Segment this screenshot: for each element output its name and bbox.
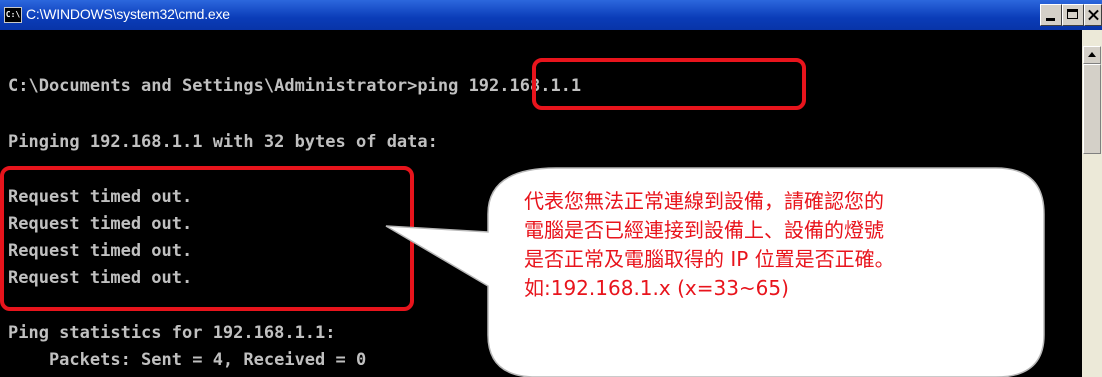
callout-line: 電腦是否已經連接到設備上、設備的燈號	[524, 218, 884, 242]
callout-line: 是否正常及電腦取得的 IP 位置是否正確。	[524, 247, 895, 271]
callout-message: 代表您無法正常連線到設備，請確認您的 電腦是否已經連接到設備上、設備的燈號 是否…	[524, 187, 994, 303]
callout-line: 如:192.168.1.x (x=33~65)	[524, 276, 789, 300]
callout-line: 代表您無法正常連線到設備，請確認您的	[524, 189, 884, 213]
